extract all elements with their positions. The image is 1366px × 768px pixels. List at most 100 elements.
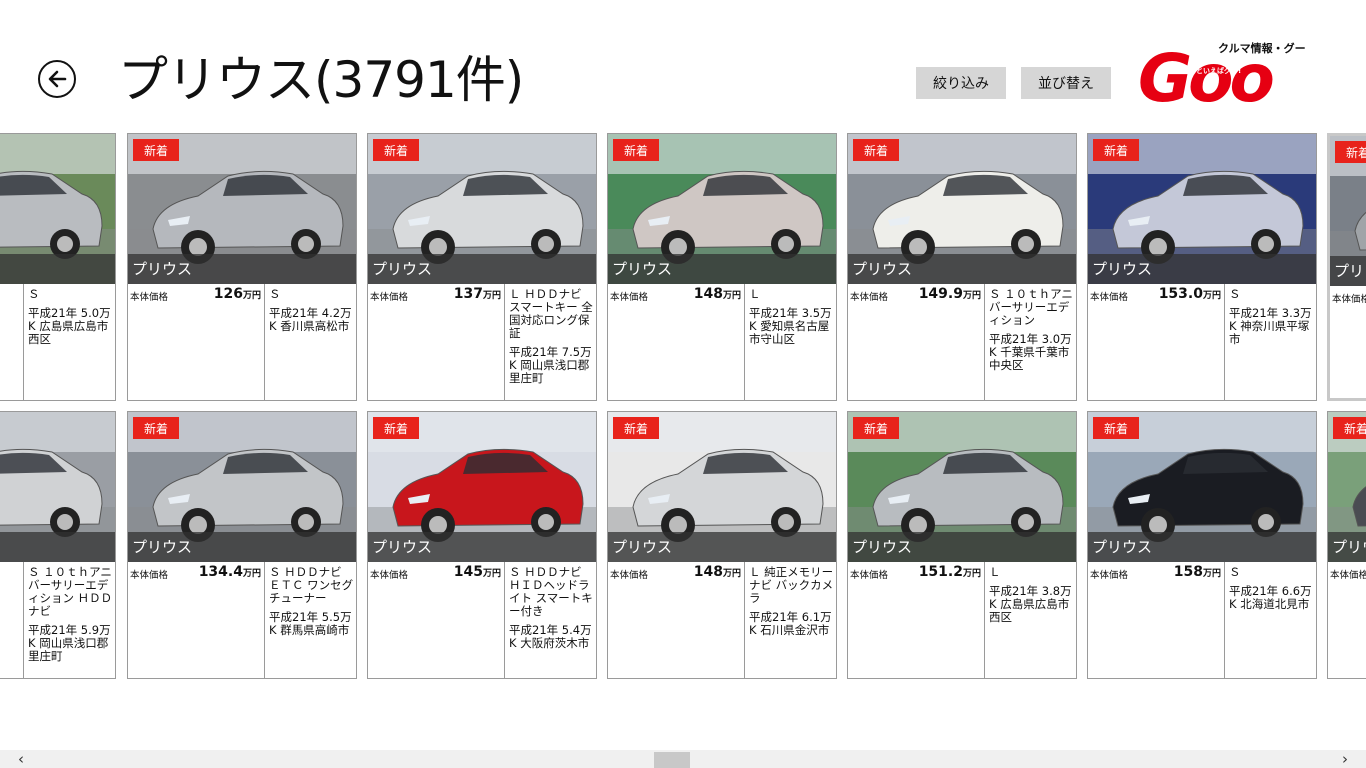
grade-text: Ｓ	[1229, 565, 1241, 579]
meta-text: 平成21年 7.5万K 岡山県浅口郡里庄町	[509, 345, 592, 385]
grade-text: Ｓ １０ｔｈアニバーサリーエディション	[989, 287, 1073, 327]
new-badge: 新着	[373, 417, 419, 439]
grade-text: Ｓ	[28, 287, 40, 301]
price-label: 本体価格	[850, 570, 889, 581]
listing-card[interactable]: 新着プリウス本体価格 126万円 Ｓ 平成21年 4.2万K 香川県高松市	[127, 133, 357, 401]
photo-area: 新着プリウス	[1328, 412, 1366, 562]
meta-text: 平成21年 5.0万K 広島県広島市西区	[28, 306, 111, 346]
listing-card[interactable]: 新着プリウス本体価格 145万円 Ｓ ＨＤＤナビ ＨＩＤヘッドライト スマートキー付…	[367, 411, 597, 679]
listing-card[interactable]: 新着プリウス本体価格 149.9万円 Ｓ １０ｔｈアニバーサリーエディション 平成21…	[847, 133, 1077, 401]
model-name: プリウス	[848, 254, 1076, 284]
meta-text: 平成21年 6.6万K 北海道北見市	[1229, 584, 1312, 611]
scroll-right-icon[interactable]: ›	[1334, 750, 1356, 768]
listing-card[interactable]: 新着プリウス本体価格 148万円 Ｌ 平成21年 3.5万K 愛知県名古屋市守山区	[607, 133, 837, 401]
meta-text: 平成21年 5.9万K 岡山県浅口郡里庄町	[28, 623, 111, 663]
photo-area: 新着プリウス	[608, 134, 836, 284]
new-badge: 新着	[1093, 417, 1139, 439]
scroll-thumb[interactable]	[654, 752, 690, 768]
meta-text: 平成21年 3.5万K 愛知県名古屋市守山区	[749, 306, 832, 346]
price-label: 本体価格	[1090, 292, 1129, 303]
model-name: プリウス	[1328, 532, 1366, 562]
horizontal-scrollbar[interactable]: ‹ ›	[0, 750, 1366, 768]
photo-area: プリウス	[0, 134, 115, 284]
grade-text: Ｌ	[749, 287, 761, 301]
meta-text: 平成21年 5.5万K 群馬県高崎市	[269, 610, 352, 637]
model-name: プリウス	[1088, 532, 1316, 562]
price-label: 本体価格	[1332, 294, 1366, 305]
photo-area: 新着プリウス	[128, 134, 356, 284]
grade-text: Ｌ ＨＤＤナビ スマートキー 全国対応ロング保証	[509, 287, 593, 340]
new-badge: 新着	[1335, 141, 1366, 163]
grade-text: Ｓ	[269, 287, 281, 301]
grade-text: Ｓ ＨＤＤナビ ＥＴＣ ワンセグチューナー	[269, 565, 354, 605]
price-label: 本体価格	[850, 292, 889, 303]
model-name: プリウス	[0, 254, 115, 284]
photo-area: 新着プリウス	[128, 412, 356, 562]
photo-area: 新着プリウス	[1088, 134, 1316, 284]
new-badge: 新着	[1333, 417, 1366, 439]
listing-grid: プリウス本体価格Ｓ平成21年 5.0万K 広島県広島市西区新着プリウス本体価格1…	[0, 0, 1366, 750]
listing-card[interactable]: プリウス本体価格Ｓ平成21年 5.0万K 広島県広島市西区	[0, 133, 116, 401]
price-value: 145万円	[453, 564, 501, 580]
price-label: 本体価格	[130, 292, 169, 303]
listing-card[interactable]: プリウス本体価格Ｓ １０ｔｈアニバーサリーエディション ＨＤＤナビ平成21年 5…	[0, 411, 116, 679]
meta-text: 平成21年 6.1万K 石川県金沢市	[749, 610, 832, 637]
grade-text: Ｓ ＨＤＤナビ ＨＩＤヘッドライト スマートキー付き	[509, 565, 593, 618]
price-label: 本体価格	[1090, 570, 1129, 581]
photo-area: 新着プリウス	[1330, 136, 1366, 286]
price-label: 本体価格	[610, 570, 649, 581]
meta-text: 平成21年 3.8万K 広島県広島市西区	[989, 584, 1072, 624]
price-value: 148万円	[693, 286, 741, 302]
model-name: プリウス	[0, 532, 115, 562]
scroll-left-icon[interactable]: ‹	[10, 750, 32, 768]
grade-text: Ｌ	[989, 565, 1001, 579]
new-badge: 新着	[133, 139, 179, 161]
photo-area: 新着プリウス	[368, 412, 596, 562]
price-label: 本体価格	[1330, 570, 1366, 581]
model-name: プリウス	[608, 254, 836, 284]
new-badge: 新着	[613, 417, 659, 439]
grade-text: Ｌ 純正メモリーナビ バックカメラ	[749, 565, 834, 605]
model-name: プリウス	[368, 254, 596, 284]
model-name: プリウス	[1088, 254, 1316, 284]
photo-area: 新着プリウス	[848, 412, 1076, 562]
price-value: 158万円	[1173, 564, 1221, 580]
photo-area: 新着プリウス	[608, 412, 836, 562]
price-value: 149.9万円	[918, 286, 981, 302]
photo-area: 新着プリウス	[1088, 412, 1316, 562]
new-badge: 新着	[853, 417, 899, 439]
meta-text: 平成21年 3.0万K 千葉県千葉市中央区	[989, 332, 1072, 372]
model-name: プリウス	[128, 532, 356, 562]
grade-text: Ｓ	[1229, 287, 1241, 301]
price-label: 本体価格	[130, 570, 169, 581]
listing-card[interactable]: 新着プリウス本体価格	[1327, 411, 1366, 679]
meta-text: 平成21年 4.2万K 香川県高松市	[269, 306, 352, 333]
price-label: 本体価格	[610, 292, 649, 303]
listing-card[interactable]: 新着プリウス本体価格 134.4万円 Ｓ ＨＤＤナビ ＥＴＣ ワンセグチューナー平成…	[127, 411, 357, 679]
price-value: 151.2万円	[918, 564, 981, 580]
listing-card[interactable]: 新着プリウス本体価格	[1327, 133, 1366, 401]
price-value: 148万円	[693, 564, 741, 580]
price-value: 153.0万円	[1158, 286, 1221, 302]
grade-text: Ｓ １０ｔｈアニバーサリーエディション ＨＤＤナビ	[28, 565, 113, 618]
meta-text: 平成21年 5.4万K 大阪府茨木市	[509, 623, 592, 650]
listing-card[interactable]: 新着 プリウス本体価格 151.2万円 Ｌ 平成21年 3.8万K 広島県広島市西区	[847, 411, 1077, 679]
price-value: 126万円	[213, 286, 261, 302]
model-name: プリウス	[128, 254, 356, 284]
photo-area: 新着プリウス	[848, 134, 1076, 284]
listing-card[interactable]: 新着 プリウス 本体価格 137万円 Ｌ ＨＤＤナビ スマートキー 全国対応ロング保証平…	[367, 133, 597, 401]
meta-text: 平成21年 3.3万K 神奈川県平塚市	[1229, 306, 1312, 346]
new-badge: 新着	[613, 139, 659, 161]
model-name: プリウス	[608, 532, 836, 562]
listing-card[interactable]: 新着プリウス本体価格 153.0万円 Ｓ 平成21年 3.3万K 神奈川県平塚市	[1087, 133, 1317, 401]
model-name: プリウス	[368, 532, 596, 562]
price-label: 本体価格	[370, 292, 409, 303]
model-name: プリウス	[1330, 256, 1366, 286]
price-value: 134.4万円	[198, 564, 261, 580]
new-badge: 新着	[1093, 139, 1139, 161]
new-badge: 新着	[133, 417, 179, 439]
listing-card[interactable]: 新着プリウス本体価格 148万円 Ｌ 純正メモリーナビ バックカメラ平成21年 6.…	[607, 411, 837, 679]
listing-card[interactable]: 新着プリウス本体価格 158万円 Ｓ 平成21年 6.6万K 北海道北見市	[1087, 411, 1317, 679]
new-badge: 新着	[853, 139, 899, 161]
price-label: 本体価格	[370, 570, 409, 581]
